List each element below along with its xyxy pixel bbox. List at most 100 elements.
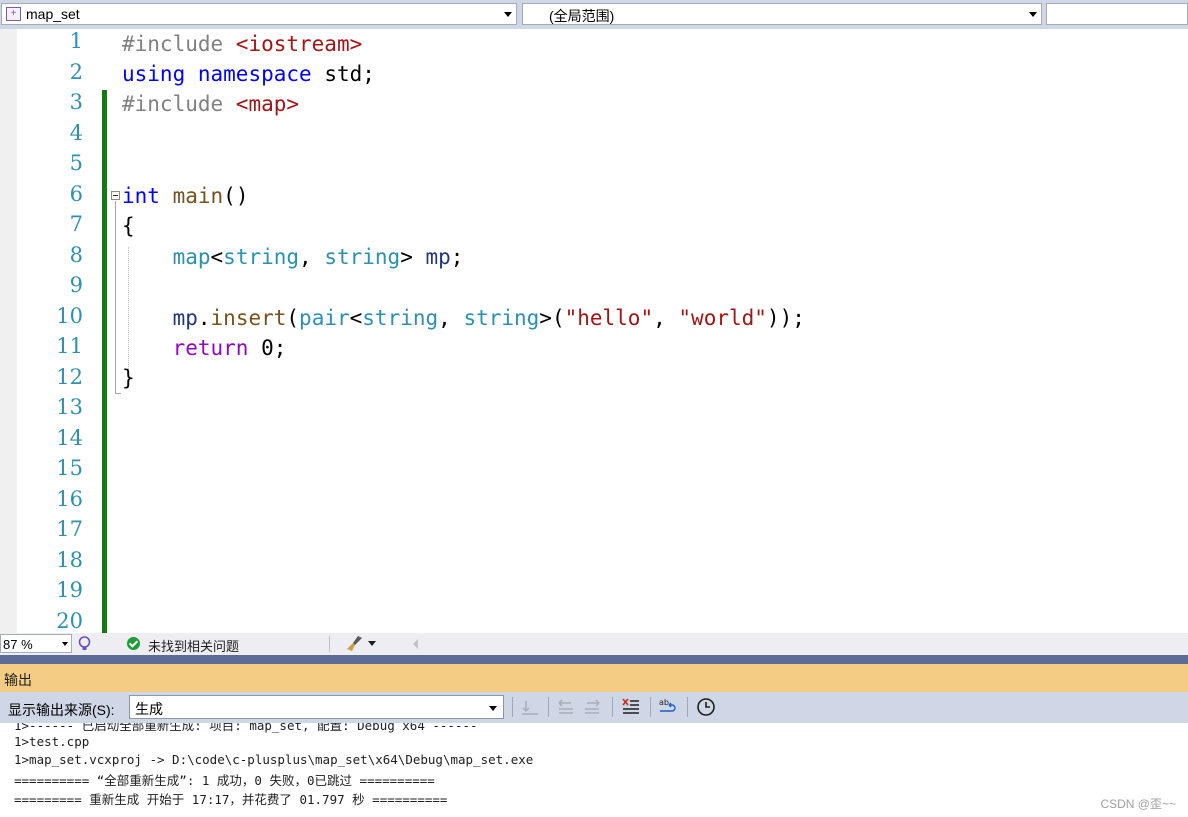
function-name: main	[172, 184, 224, 208]
line-number: 1	[69, 29, 83, 53]
output-panel-title: 输出	[4, 672, 32, 688]
code-editor[interactable]: 1 2 3 4 5 6 7 8 9 10 11 12 13 14 15 16 1…	[0, 29, 1188, 633]
code-cleanup-icon[interactable]	[346, 635, 364, 652]
word-wrap-icon[interactable]: ab	[658, 697, 678, 717]
clock-icon[interactable]	[696, 697, 716, 717]
output-source-dropdown[interactable]: 生成	[129, 695, 504, 719]
code-line: int main()	[122, 181, 248, 211]
find-message-icon[interactable]	[520, 697, 540, 717]
code-line: return 0;	[122, 333, 287, 363]
line-number: 20	[56, 609, 83, 633]
panel-divider[interactable]	[0, 655, 1188, 664]
svg-text:ab: ab	[659, 698, 669, 707]
editor-status-bar: 87 % 未找到相关问题	[0, 633, 1188, 655]
issues-status[interactable]: 未找到相关问题	[148, 636, 239, 655]
chevron-down-icon	[504, 12, 512, 17]
previous-message-icon[interactable]	[556, 697, 576, 717]
separator	[612, 697, 613, 717]
code-line: map<string, string> mp;	[122, 242, 464, 272]
include-path: <map>	[235, 92, 300, 116]
line-number: 7	[69, 212, 83, 236]
copilot-icon[interactable]	[78, 636, 91, 651]
output-source-label: 显示输出来源(S):	[8, 702, 115, 718]
saved-changes-bar	[102, 90, 107, 633]
navigation-bar: + map_set (全局范围)	[0, 0, 1188, 29]
string-literal: "world"	[678, 306, 767, 330]
line-number: 16	[56, 487, 83, 511]
watermark: CSDN @歪~~	[1100, 797, 1176, 811]
code-token: ()	[223, 184, 249, 208]
code-line: #include <map>	[122, 89, 299, 119]
output-panel-header: 输出	[0, 664, 1188, 692]
code-line: mp.insert(pair<string, string>("hello", …	[122, 303, 805, 333]
line-number: 18	[56, 548, 83, 572]
output-text[interactable]: 1>------ 已启动全部重新生成: 项目: map_set, 配置: Deb…	[0, 723, 1188, 817]
preprocessor-directive: #include	[122, 92, 236, 116]
next-message-icon[interactable]	[582, 697, 602, 717]
code-token: ,	[299, 245, 325, 269]
string-literal: "hello"	[564, 306, 654, 330]
collapse-toggle-icon[interactable]	[111, 191, 120, 200]
code-line: using namespace std;	[122, 59, 375, 89]
type-name: pair	[299, 306, 350, 330]
keyword: return	[172, 336, 249, 360]
separator	[548, 697, 549, 717]
code-token: >(	[539, 306, 565, 330]
line-number: 15	[56, 456, 83, 480]
code-token: 0;	[248, 336, 287, 360]
zoom-dropdown[interactable]: 87 %	[0, 634, 72, 653]
scope-dropdown[interactable]: (全局范围)	[522, 3, 1042, 25]
file-dropdown-value: map_set	[26, 6, 80, 22]
keyword: using	[122, 62, 186, 86]
output-line: ========= 重新生成 开始于 17:17，并花费了 01.797 秒 =…	[14, 792, 448, 807]
line-number: 6	[69, 182, 83, 206]
line-number: 13	[56, 395, 83, 419]
member-dropdown[interactable]	[1046, 3, 1188, 25]
code-line: #include <iostream>	[122, 29, 362, 59]
line-number: 17	[56, 517, 83, 541]
include-path: <iostream>	[235, 32, 363, 56]
file-dropdown[interactable]: + map_set	[1, 3, 517, 25]
chevron-down-icon	[62, 642, 68, 646]
output-source-value: 生成	[135, 701, 163, 717]
type-name: string	[463, 306, 540, 330]
output-toolbar: 显示输出来源(S): 生成 ab	[0, 692, 1188, 723]
zoom-value: 87 %	[3, 637, 33, 652]
line-number: 11	[56, 334, 83, 358]
check-circle-icon	[127, 637, 140, 650]
line-number: 5	[69, 151, 83, 175]
keyword: namespace	[197, 62, 312, 86]
clear-all-icon[interactable]	[621, 697, 641, 717]
preprocessor-directive: #include	[122, 32, 236, 56]
chevron-down-icon	[1029, 12, 1037, 17]
type-name: map	[172, 245, 211, 269]
line-number: 3	[69, 90, 83, 114]
separator	[329, 636, 330, 652]
code-token: }	[122, 366, 135, 390]
code-token: <	[210, 245, 224, 269]
scroll-left-icon[interactable]	[413, 639, 418, 649]
type-name: string	[362, 306, 439, 330]
output-line: ========== “全部重新生成”: 1 成功，0 失败，0已跳过 ====…	[14, 773, 435, 788]
separator	[512, 697, 513, 717]
separator	[650, 697, 651, 717]
line-number: 19	[56, 578, 83, 602]
chevron-down-icon	[489, 706, 497, 711]
code-token: ;	[450, 245, 464, 269]
chevron-down-icon[interactable]	[368, 641, 376, 646]
code-token: ,	[438, 306, 464, 330]
glyph-margin	[0, 29, 17, 633]
code-token: {	[122, 214, 135, 238]
code-token: >	[400, 245, 426, 269]
line-number: 10	[56, 304, 83, 328]
project-icon: +	[6, 7, 21, 21]
output-line: 1>map_set.vcxproj -> D:\code\c-plusplus\…	[14, 752, 534, 767]
line-number: 2	[69, 60, 83, 84]
type-name: string	[324, 245, 401, 269]
separator	[687, 697, 688, 717]
keyword: int	[122, 184, 160, 208]
line-number: 8	[69, 243, 83, 267]
outline-guide-end	[115, 393, 121, 394]
line-number: 14	[56, 426, 83, 450]
output-line: 1>test.cpp	[14, 734, 90, 749]
